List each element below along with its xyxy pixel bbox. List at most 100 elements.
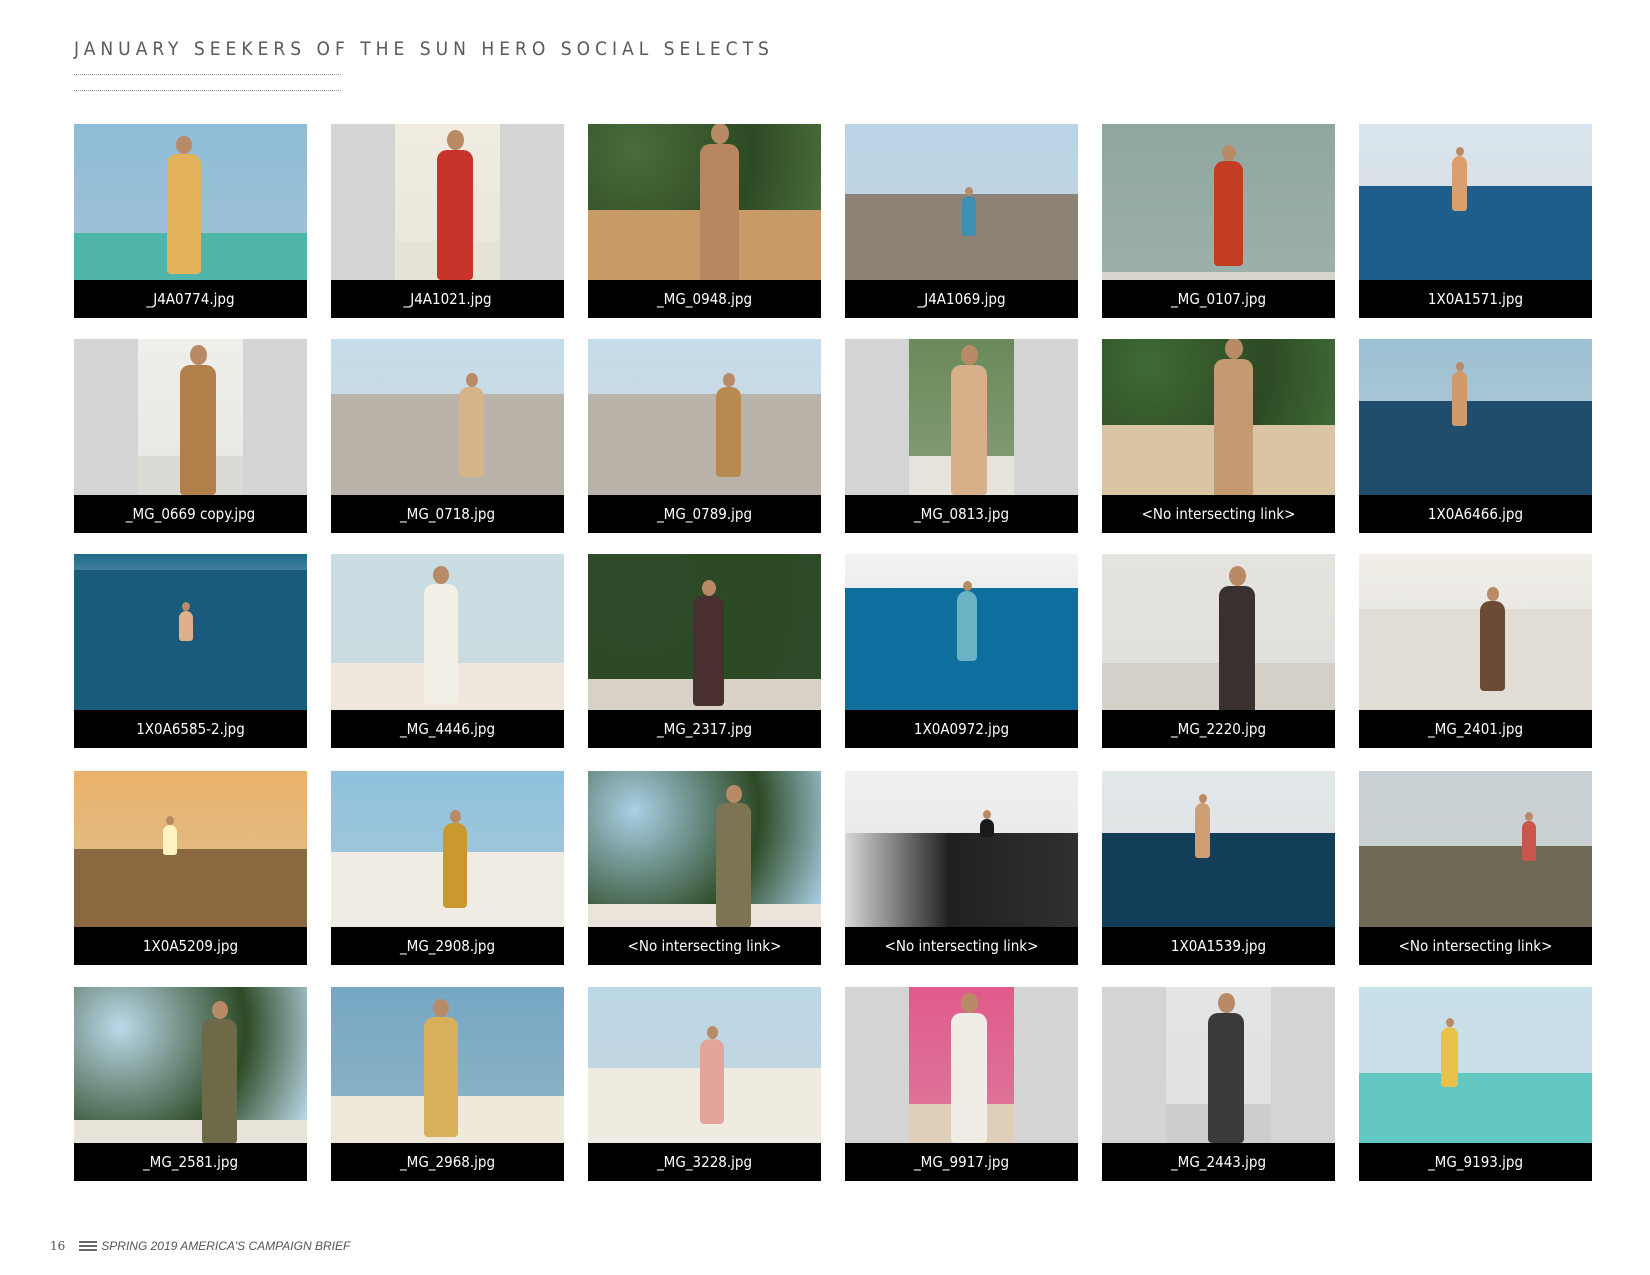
photo-tile[interactable]: <No intersecting link>: [588, 771, 821, 965]
photo-image: [74, 554, 307, 710]
photo-filename-label: <No intersecting link>: [588, 927, 821, 965]
photo-thumbnail[interactable]: [845, 771, 1078, 927]
photo-foreground: [1359, 401, 1592, 495]
photo-filename-label: 1X0A0972.jpg: [845, 710, 1078, 748]
photo-thumbnail[interactable]: [331, 339, 564, 495]
photo-image: [74, 124, 307, 280]
photo-tile[interactable]: 1X0A5209.jpg: [74, 771, 307, 965]
photo-tile[interactable]: _MG_3228.jpg: [588, 987, 821, 1181]
photo-tile[interactable]: _MG_2443.jpg: [1102, 987, 1335, 1181]
photo-thumbnail[interactable]: [588, 771, 821, 927]
photo-thumbnail[interactable]: [845, 124, 1078, 280]
photo-filename-label: _MG_0107.jpg: [1102, 280, 1335, 318]
person-head: [449, 810, 461, 823]
photo-tile[interactable]: _MG_9193.jpg: [1359, 987, 1592, 1181]
photo-thumbnail[interactable]: [74, 987, 307, 1143]
photo-image: [331, 339, 564, 495]
photo-tile[interactable]: _MG_2581.jpg: [74, 987, 307, 1181]
photo-thumbnail[interactable]: [1359, 771, 1592, 927]
photo-filename-label: <No intersecting link>: [1359, 927, 1592, 965]
photo-thumbnail[interactable]: [331, 771, 564, 927]
photo-thumbnail[interactable]: [845, 987, 1078, 1143]
photo-tile[interactable]: 1X0A6585-2.jpg: [74, 554, 307, 748]
photo-tile[interactable]: _J4A0774.jpg: [74, 124, 307, 318]
photo-tile[interactable]: _MG_0669 copy.jpg: [74, 339, 307, 533]
photo-image: [1102, 771, 1335, 927]
person-head: [961, 345, 978, 365]
photo-thumbnail[interactable]: [1359, 554, 1592, 710]
photo-foreground: [845, 833, 1078, 927]
person-head: [710, 124, 729, 144]
photo-thumbnail[interactable]: [74, 339, 307, 495]
photo-thumbnail[interactable]: [845, 339, 1078, 495]
photo-tile[interactable]: 1X0A1539.jpg: [1102, 771, 1335, 965]
person-head: [706, 1026, 718, 1039]
photo-tile[interactable]: 1X0A0972.jpg: [845, 554, 1078, 748]
photo-thumbnail[interactable]: [1102, 771, 1335, 927]
photo-background: [588, 339, 821, 394]
photo-thumbnail[interactable]: [74, 124, 307, 280]
photo-tile[interactable]: <No intersecting link>: [845, 771, 1078, 965]
photo-thumbnail[interactable]: [588, 124, 821, 280]
photo-thumbnail[interactable]: [1102, 554, 1335, 710]
photo-thumbnail[interactable]: [845, 554, 1078, 710]
photo-tile[interactable]: 1X0A1571.jpg: [1359, 124, 1592, 318]
person-head: [1224, 339, 1243, 359]
person-head: [1228, 566, 1246, 586]
photo-filename-label: _MG_2401.jpg: [1359, 710, 1592, 748]
photo-filename-label: _MG_4446.jpg: [331, 710, 564, 748]
photo-tile[interactable]: _MG_0107.jpg: [1102, 124, 1335, 318]
photo-tile[interactable]: _MG_2401.jpg: [1359, 554, 1592, 748]
person-figure: [180, 365, 216, 495]
photo-tile[interactable]: _MG_4446.jpg: [331, 554, 564, 748]
photo-thumbnail[interactable]: [1359, 987, 1592, 1143]
photo-tile[interactable]: _MG_0789.jpg: [588, 339, 821, 533]
photo-tile[interactable]: _J4A1021.jpg: [331, 124, 564, 318]
photo-thumbnail[interactable]: [74, 771, 307, 927]
photo-thumbnail[interactable]: [1102, 987, 1335, 1143]
photo-thumbnail[interactable]: [588, 554, 821, 710]
photo-tile[interactable]: 1X0A6466.jpg: [1359, 339, 1592, 533]
photo-tile[interactable]: _MG_0813.jpg: [845, 339, 1078, 533]
person-figure: [692, 596, 724, 706]
photo-background: [845, 771, 1078, 834]
photo-filename-label: _MG_2317.jpg: [588, 710, 821, 748]
person-figure: [424, 584, 459, 704]
photo-foreground: [1359, 186, 1592, 280]
photo-tile[interactable]: _MG_2317.jpg: [588, 554, 821, 748]
photo-tile[interactable]: _MG_2908.jpg: [331, 771, 564, 965]
photo-tile[interactable]: _MG_0718.jpg: [331, 339, 564, 533]
person-head: [1445, 1018, 1454, 1027]
photo-thumbnail[interactable]: [588, 339, 821, 495]
person-figure: [961, 196, 976, 236]
photo-thumbnail[interactable]: [331, 124, 564, 280]
person-head: [181, 602, 190, 611]
photo-background: [1359, 124, 1592, 187]
photo-thumbnail[interactable]: [331, 554, 564, 710]
photo-tile[interactable]: _MG_0948.jpg: [588, 124, 821, 318]
page-number: 16: [50, 1239, 66, 1253]
photo-tile[interactable]: <No intersecting link>: [1359, 771, 1592, 965]
photo-image: [845, 771, 1078, 927]
photo-thumbnail[interactable]: [74, 554, 307, 710]
photo-tile[interactable]: _MG_9917.jpg: [845, 987, 1078, 1181]
person-figure: [459, 387, 485, 477]
photo-thumbnail[interactable]: [331, 987, 564, 1143]
photo-filename-label: _MG_2908.jpg: [331, 927, 564, 965]
photo-image: [588, 987, 821, 1143]
photo-background: [74, 554, 307, 570]
photo-image: [74, 987, 307, 1143]
photo-tile[interactable]: _J4A1069.jpg: [845, 124, 1078, 318]
photo-thumbnail[interactable]: [1359, 339, 1592, 495]
photo-tile[interactable]: <No intersecting link>: [1102, 339, 1335, 533]
photo-image: [331, 771, 564, 927]
photo-thumbnail[interactable]: [1102, 124, 1335, 280]
photo-thumbnail[interactable]: [1359, 124, 1592, 280]
photo-filename-label: _J4A0774.jpg: [74, 280, 307, 318]
photo-thumbnail[interactable]: [588, 987, 821, 1143]
photo-tile[interactable]: _MG_2220.jpg: [1102, 554, 1335, 748]
photo-thumbnail[interactable]: [1102, 339, 1335, 495]
photo-filename-label: _J4A1021.jpg: [331, 280, 564, 318]
photo-foreground: [1359, 608, 1592, 710]
photo-tile[interactable]: _MG_2968.jpg: [331, 987, 564, 1181]
